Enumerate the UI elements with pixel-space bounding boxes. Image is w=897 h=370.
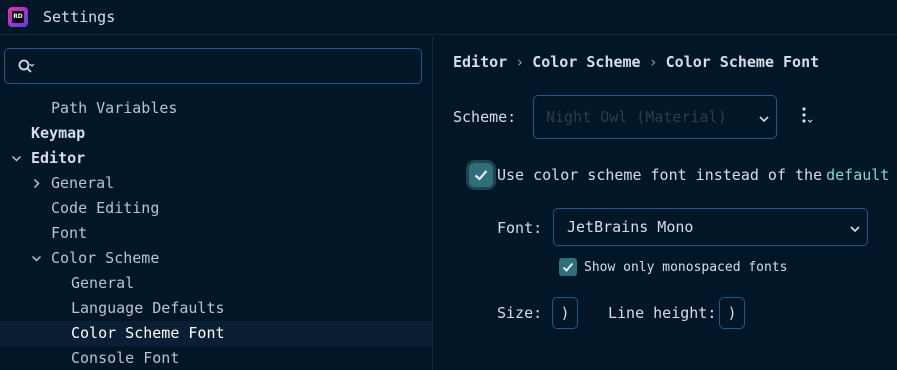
tree-item-label: Keymap — [31, 124, 86, 142]
breadcrumb-separator: › — [648, 53, 658, 71]
tree-item-color-scheme-font[interactable]: Color Scheme Font — [0, 321, 432, 346]
breadcrumb-separator: › — [515, 53, 525, 71]
tree-item-console-font[interactable]: Console Font — [0, 346, 432, 370]
settings-main-panel: Editor › Color Scheme › Color Scheme Font Sc… — [433, 36, 897, 370]
breadcrumb-item[interactable]: Editor — [453, 53, 507, 71]
tree-item-code-editing[interactable]: Code Editing — [0, 196, 432, 221]
more-actions-icon[interactable] — [799, 106, 815, 126]
window-title: Settings — [43, 8, 116, 26]
tree-item-label: Color Scheme Font — [71, 324, 225, 342]
app-logo-text: RD — [12, 11, 24, 23]
tree-item-font[interactable]: Font — [0, 221, 432, 246]
checkmark-icon — [562, 262, 574, 272]
use-scheme-font-checkbox[interactable] — [469, 163, 493, 187]
tree-item-editor[interactable]: Editor — [0, 146, 432, 171]
scheme-value: Night Owl (Material) — [546, 108, 727, 126]
tree-item-general[interactable]: General — [0, 171, 432, 196]
app-logo-icon: RD — [8, 7, 28, 27]
chevron-down-icon — [850, 226, 860, 233]
breadcrumb-item[interactable]: Color Scheme — [532, 53, 640, 71]
use-scheme-font-label: Use color scheme font instead of the defa… — [497, 166, 889, 184]
chevron-down-icon — [759, 116, 769, 123]
line-height-label: Line height: — [608, 304, 717, 322]
tree-item-path-variables[interactable]: Path Variables — [0, 96, 432, 121]
tree-item-label: Font — [51, 224, 88, 242]
search-input[interactable] — [45, 55, 405, 77]
use-scheme-font-text: Use color scheme font instead of the — [497, 166, 823, 184]
tree-item-label: Language Defaults — [71, 299, 225, 317]
tree-item-label: Console Font — [71, 349, 180, 367]
monospaced-only-checkbox[interactable] — [559, 258, 577, 276]
line-height-field[interactable]: ) — [719, 297, 745, 329]
scheme-dropdown[interactable]: Night Owl (Material) — [533, 95, 777, 139]
breadcrumb-item: Color Scheme Font — [665, 53, 820, 71]
tree-item-keymap[interactable]: Keymap — [0, 121, 432, 146]
breadcrumb: Editor › Color Scheme › Color Scheme Font — [453, 53, 819, 73]
search-box[interactable] — [4, 48, 422, 84]
tree-item-label: General — [51, 174, 115, 192]
tree-item-color-scheme[interactable]: Color Scheme — [0, 246, 432, 271]
size-label: Size: — [497, 304, 543, 322]
search-icon[interactable] — [17, 58, 35, 76]
font-value: JetBrains Mono — [567, 218, 694, 236]
tree-item-label: Path Variables — [51, 99, 178, 117]
chevron-down-icon[interactable] — [11, 153, 22, 164]
title-bar: RD Settings — [0, 0, 897, 35]
monospaced-only-label: Show only monospaced fonts — [584, 260, 788, 275]
tree-item-label: Editor — [31, 149, 86, 167]
tree-item-language-defaults[interactable]: Language Defaults — [0, 296, 432, 321]
chevron-right-icon[interactable] — [31, 178, 42, 189]
font-dropdown[interactable]: JetBrains Mono — [553, 208, 868, 246]
checkmark-icon — [474, 170, 488, 181]
tree-item-label: General — [71, 274, 135, 292]
font-label: Font: — [497, 219, 543, 237]
default-font-link[interactable]: default — [826, 166, 889, 184]
settings-sidebar: Path Variables Keymap Editor General Cod… — [0, 36, 432, 370]
tree-item-label: Code Editing — [51, 199, 160, 217]
scheme-label: Scheme: — [453, 108, 517, 126]
chevron-down-icon[interactable] — [31, 253, 42, 264]
size-field[interactable]: ) — [552, 297, 578, 329]
tree-item-label: Color Scheme — [51, 249, 160, 267]
tree-item-color-scheme-general[interactable]: General — [0, 271, 432, 296]
